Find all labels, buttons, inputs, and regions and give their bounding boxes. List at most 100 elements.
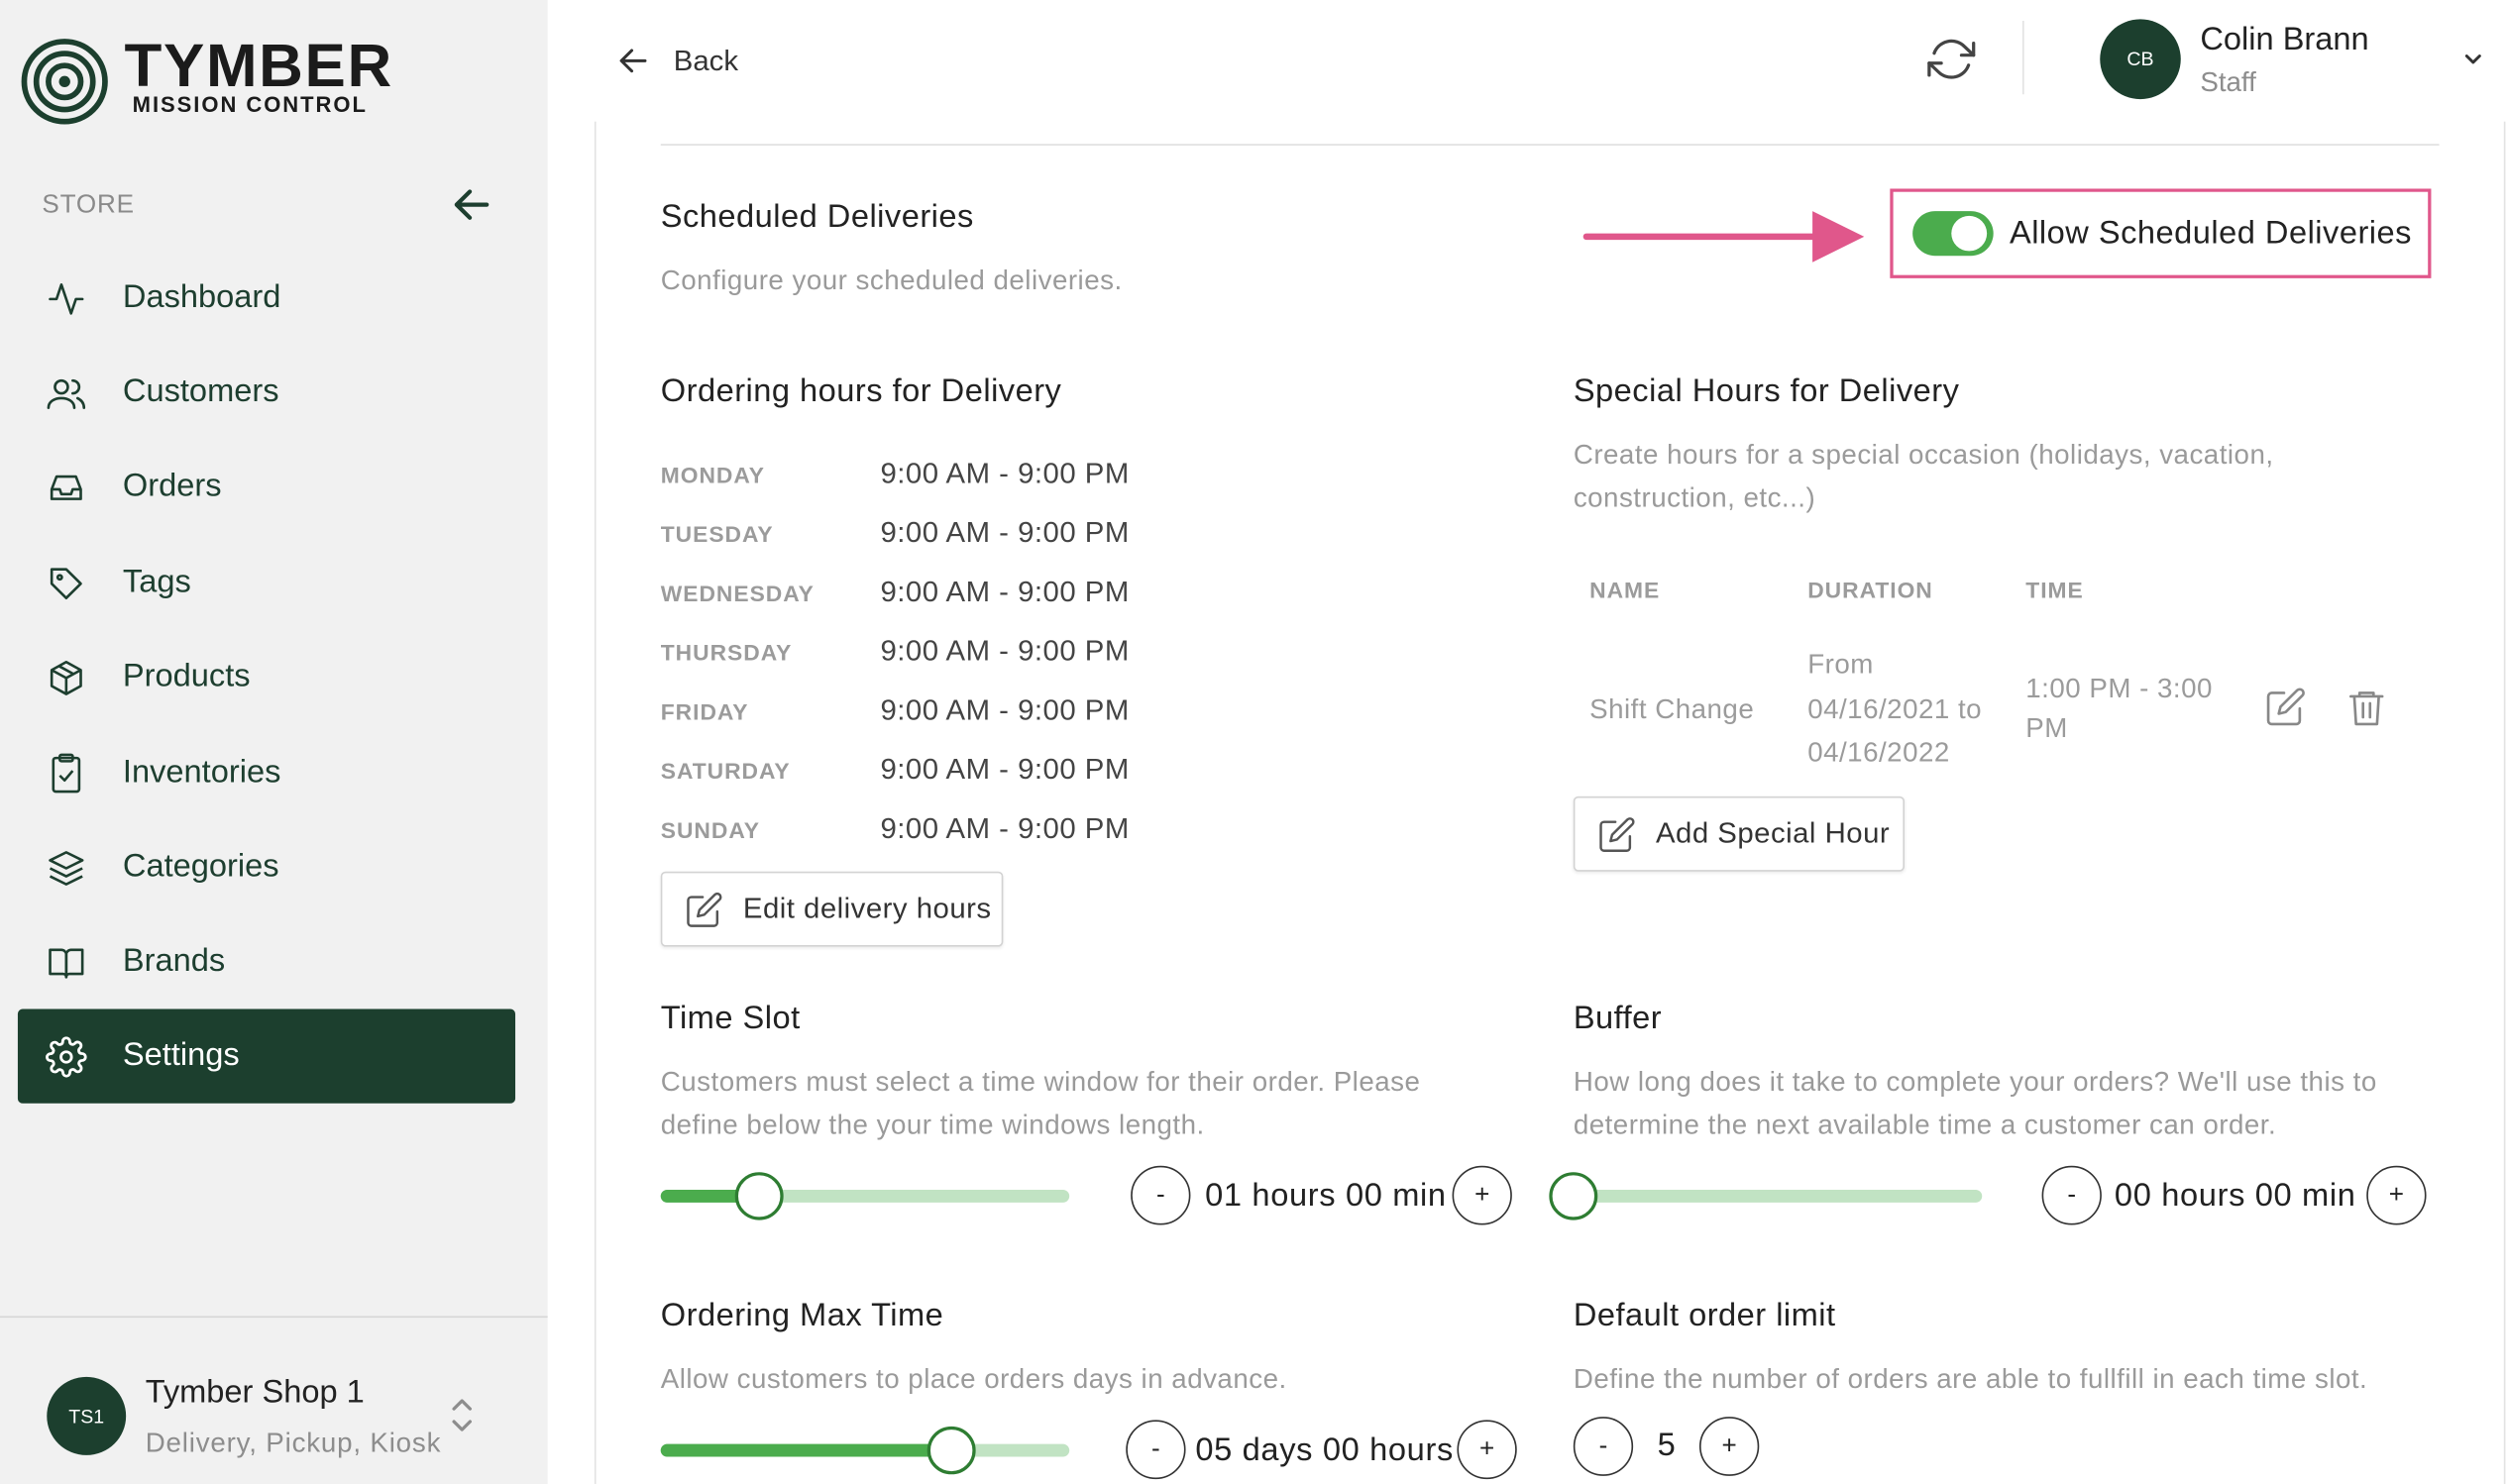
inbox-icon (44, 465, 89, 509)
time-slot-slider-handle[interactable] (734, 1172, 784, 1220)
back-button[interactable]: Back (615, 39, 738, 83)
edit-icon[interactable] (2265, 686, 2307, 727)
allow-scheduled-deliveries-toggle[interactable] (1912, 211, 1994, 257)
order-limit-decrease-button[interactable]: - (1573, 1417, 1634, 1476)
day-hours: 9:00 AM - 9:00 PM (880, 753, 1130, 786)
day-label: WEDNESDAY (660, 580, 815, 606)
day-hours: 9:00 AM - 9:00 PM (880, 812, 1130, 845)
content-border-left (594, 121, 597, 1484)
user-avatar[interactable]: CB (2100, 19, 2181, 100)
sidebar: TYMBER MISSION CONTROL STORE Dashboard C… (0, 0, 548, 1484)
buffer-slider[interactable] (1573, 1189, 1983, 1203)
time-slot-decrease-button[interactable]: - (1131, 1165, 1191, 1225)
brand-subtitle: MISSION CONTROL (132, 92, 368, 117)
sidebar-item-products[interactable]: Products (18, 630, 515, 724)
day-label: FRIDAY (660, 698, 749, 725)
activity-icon (44, 275, 89, 320)
sidebar-item-label: Categories (122, 849, 279, 885)
buffer-description: determine the next available time a cust… (1573, 1110, 2277, 1140)
edit-delivery-hours-button[interactable]: Edit delivery hours (660, 871, 1004, 947)
sidebar-item-label: Orders (122, 468, 222, 504)
day-hours: 9:00 AM - 9:00 PM (880, 693, 1130, 726)
special-hour-duration: 04/16/2022 (1807, 737, 1950, 768)
day-hours: 9:00 AM - 9:00 PM (880, 576, 1130, 608)
trash-icon[interactable] (2345, 686, 2387, 727)
sidebar-item-label: Settings (122, 1037, 240, 1074)
allow-scheduled-deliveries-highlight: Allow Scheduled Deliveries (1890, 188, 2432, 278)
sidebar-item-orders[interactable]: Orders (18, 440, 515, 534)
day-label: MONDAY (660, 462, 765, 488)
shop-switcher-chevrons-icon[interactable] (448, 1391, 477, 1438)
day-hours: 9:00 AM - 9:00 PM (880, 516, 1130, 549)
sidebar-item-label: Tags (122, 564, 191, 600)
buffer-decrease-button[interactable]: - (2041, 1165, 2102, 1225)
sidebar-item-tags[interactable]: Tags (18, 536, 515, 630)
ordering-max-time-title: Ordering Max Time (660, 1298, 944, 1334)
back-label: Back (673, 44, 739, 76)
ordering-max-time-slider-handle[interactable] (926, 1426, 976, 1475)
tymber-logo-icon (21, 39, 108, 125)
sidebar-item-settings[interactable]: Settings (17, 1008, 516, 1104)
edit-delivery-hours-label: Edit delivery hours (742, 892, 992, 925)
default-order-limit-description: Define the number of orders are able to … (1573, 1363, 2368, 1395)
special-hours-description: construction, etc...) (1573, 482, 1816, 514)
buffer-description: How long does it take to complete your o… (1573, 1066, 2377, 1098)
sidebar-item-label: Brands (122, 943, 226, 979)
chevron-down-icon[interactable] (2461, 48, 2484, 70)
day-hours: 9:00 AM - 9:00 PM (880, 634, 1130, 668)
day-label: TUESDAY (660, 521, 774, 548)
shop-name: Tymber Shop 1 (145, 1375, 365, 1411)
buffer-increase-button[interactable]: + (2366, 1165, 2427, 1225)
ordering-max-time-decrease-button[interactable]: - (1126, 1420, 1186, 1480)
edit-icon (1599, 816, 1635, 852)
sidebar-item-label: Dashboard (122, 279, 281, 315)
special-hour-name: Shift Change (1589, 693, 1755, 725)
special-hour-time: 1:00 PM - 3:00 (2025, 673, 2213, 704)
shop-modes: Delivery, Pickup, Kiosk (145, 1428, 442, 1459)
refresh-icon[interactable] (1927, 36, 1976, 83)
ordering-hours-title: Ordering hours for Delivery (660, 373, 1062, 410)
shop-avatar: TS1 (47, 1376, 127, 1455)
special-hours-title: Special Hours for Delivery (1573, 373, 1960, 410)
settings-icon (44, 1034, 89, 1079)
annotation-arrow-icon (1582, 211, 1865, 263)
sidebar-item-dashboard[interactable]: Dashboard (18, 251, 515, 345)
edit-icon (687, 892, 722, 927)
sidebar-item-label: Products (122, 659, 251, 694)
default-order-limit-title: Default order limit (1573, 1298, 1836, 1334)
buffer-title: Buffer (1573, 1001, 1663, 1037)
add-special-hour-button[interactable]: Add Special Hour (1573, 795, 1906, 872)
special-hour-time: PM (2025, 712, 2068, 744)
time-slot-value: 01 hours 00 min (1205, 1178, 1447, 1215)
sidebar-item-inventories[interactable]: Inventories (18, 726, 515, 820)
sidebar-item-customers[interactable]: Customers (18, 346, 515, 440)
sidebar-divider (0, 1316, 548, 1319)
sidebar-item-brands[interactable]: Brands (18, 914, 515, 1008)
time-slot-increase-button[interactable]: + (1452, 1165, 1512, 1225)
ordering-max-time-description: Allow customers to place orders days in … (660, 1363, 1287, 1395)
day-label: SATURDAY (660, 758, 791, 784)
sidebar-item-categories[interactable]: Categories (18, 820, 515, 914)
book-icon (44, 939, 89, 984)
day-label: SUNDAY (660, 816, 760, 843)
user-name[interactable]: Colin Brann (2200, 23, 2368, 59)
brand-title: TYMBER (124, 33, 393, 101)
collapse-sidebar-icon[interactable] (449, 182, 494, 227)
order-limit-increase-button[interactable]: + (1698, 1417, 1760, 1476)
sidebar-item-label: Customers (122, 373, 279, 410)
add-special-hour-label: Add Special Hour (1655, 816, 1891, 850)
buffer-slider-handle[interactable] (1549, 1172, 1598, 1220)
column-header-name: NAME (1589, 577, 1661, 603)
sidebar-section-label: STORE (42, 191, 135, 220)
ordering-max-time-increase-button[interactable]: + (1457, 1420, 1517, 1480)
time-slot-title: Time Slot (660, 1001, 801, 1037)
tag-icon (44, 561, 89, 605)
user-role: Staff (2200, 66, 2256, 98)
allow-scheduled-deliveries-label: Allow Scheduled Deliveries (2009, 215, 2412, 251)
scheduled-deliveries-title: Scheduled Deliveries (660, 199, 974, 236)
arrow-left-icon (619, 49, 647, 73)
time-slot-description: Customers must select a time window for … (660, 1066, 1421, 1098)
section-divider (660, 144, 2440, 146)
order-limit-value: 5 (1657, 1428, 1677, 1463)
day-label: THURSDAY (660, 639, 793, 666)
